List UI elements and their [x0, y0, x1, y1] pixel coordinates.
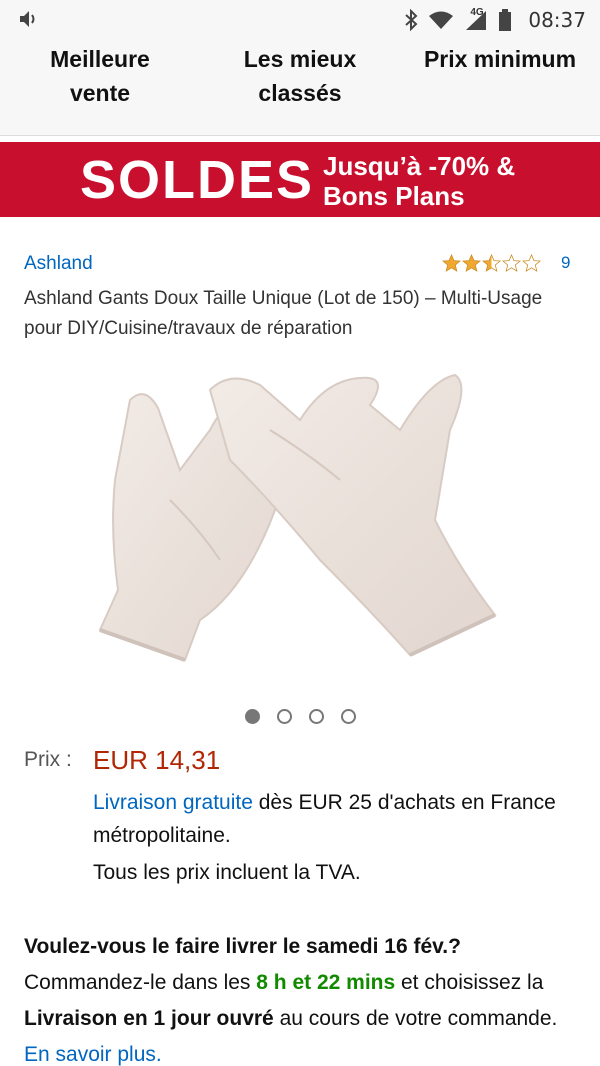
learn-more-link[interactable]: En savoir plus. — [24, 1043, 162, 1066]
carousel-dot[interactable] — [308, 709, 324, 724]
price-value: EUR 14,31 — [93, 745, 221, 775]
price-label: Prix : — [24, 748, 72, 771]
tab-lowest-price-label: Prix minimum — [423, 46, 577, 72]
tva-note: Tous les prix incluent la TVA. — [93, 861, 361, 884]
tab-lowest-price[interactable]: Prix minimum — [400, 40, 600, 135]
tab-top-rated[interactable]: Les mieux classés — [200, 40, 400, 135]
carousel-dots — [0, 709, 600, 724]
clock: 08:37 — [528, 8, 586, 32]
delivery-info: Voulez-vous le faire livrer le samedi 16… — [24, 929, 584, 1066]
shipping-info: Livraison gratuite dès EUR 25 d'achats e… — [93, 786, 583, 852]
delivery-order-suffix: au cours de votre commande. — [273, 1007, 558, 1030]
status-bar: 4G 08:37 — [0, 0, 600, 40]
promo-banner[interactable]: SOLDES Jusqu’à -70% & Bons Plans — [0, 142, 600, 217]
star-empty-icon — [502, 253, 521, 272]
tab-best-seller-label: Meilleure vente — [50, 46, 150, 106]
star-full-icon — [462, 253, 481, 272]
product-image[interactable] — [70, 360, 530, 680]
star-rating — [442, 253, 541, 273]
gloves-image — [98, 373, 497, 662]
delivery-option: Livraison en 1 jour ouvré — [24, 1007, 274, 1030]
tab-best-seller[interactable]: Meilleure vente — [0, 40, 200, 135]
star-empty-icon — [522, 253, 541, 272]
star-half-icon — [482, 253, 501, 272]
star-full-icon — [442, 253, 461, 272]
banner-subtitle: Jusqu’à -70% & Bons Plans — [323, 151, 516, 211]
bluetooth-icon — [405, 9, 418, 31]
banner-title: SOLDES — [80, 150, 315, 210]
carousel-dot[interactable] — [276, 709, 292, 724]
volume-icon — [20, 11, 35, 27]
network-type: 4G — [470, 7, 484, 18]
brand-link[interactable]: Ashland — [24, 253, 93, 275]
tab-top-rated-label: Les mieux classés — [243, 46, 357, 106]
delivery-countdown: 8 h et 22 mins — [256, 971, 396, 994]
delivery-order-mid: et choisissez la — [395, 971, 544, 994]
product-title[interactable]: Ashland Gants Doux Taille Unique (Lot de… — [24, 284, 584, 344]
wifi-icon — [429, 11, 454, 29]
free-shipping-link[interactable]: Livraison gratuite — [93, 791, 253, 814]
rating[interactable]: 9 — [442, 253, 570, 273]
carousel-dot[interactable] — [244, 709, 260, 724]
battery-icon — [499, 9, 512, 31]
carousel-dot[interactable] — [340, 709, 356, 724]
delivery-question: Voulez-vous le faire livrer le samedi 16… — [24, 935, 461, 958]
rating-count: 9 — [561, 253, 571, 272]
delivery-order-prefix: Commandez-le dans les — [24, 971, 257, 994]
signal-icon: 4G — [464, 7, 488, 31]
sort-tabs: Meilleure vente Les mieux classés Prix m… — [0, 40, 600, 136]
